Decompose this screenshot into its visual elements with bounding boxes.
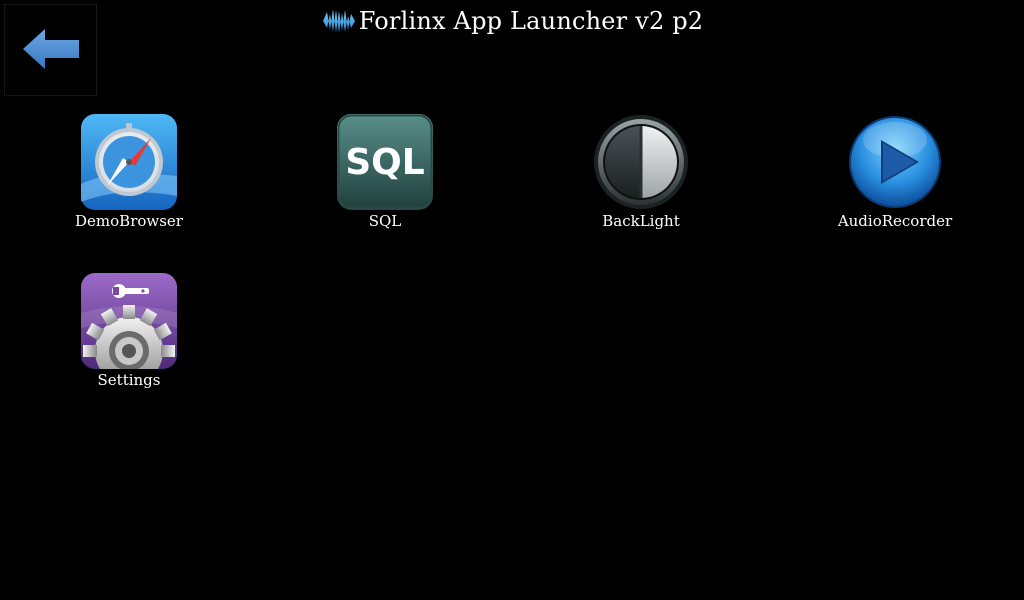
compass-browser-icon	[81, 114, 177, 210]
app-sql[interactable]: SQL SQL	[305, 114, 465, 244]
sql-icon: SQL	[337, 114, 433, 210]
play-icon	[849, 116, 941, 208]
app-demobrowser[interactable]: DemoBrowser	[49, 114, 209, 244]
app-label: Settings	[97, 371, 161, 389]
app-audiorecorder[interactable]: AudioRecorder	[815, 114, 975, 244]
app-label: DemoBrowser	[75, 212, 183, 230]
back-button[interactable]	[4, 4, 97, 96]
backlight-icon	[594, 115, 688, 209]
app-backlight[interactable]: BackLight	[561, 114, 721, 244]
forlinx-wave-logo-icon	[322, 9, 355, 33]
app-label: AudioRecorder	[837, 212, 953, 230]
app-settings[interactable]: Settings	[49, 273, 209, 403]
back-arrow-icon	[23, 29, 79, 69]
title-bar: Forlinx App Launcher v2 p2	[0, 4, 1024, 38]
svg-text:SQL: SQL	[345, 142, 424, 183]
launcher-screen: Forlinx App Launcher v2 p2 DemoBrowser S…	[0, 0, 1024, 600]
app-label: SQL	[368, 212, 402, 230]
app-label: BackLight	[602, 212, 680, 230]
settings-gear-icon	[81, 273, 177, 369]
page-title: Forlinx App Launcher v2 p2	[358, 7, 704, 35]
